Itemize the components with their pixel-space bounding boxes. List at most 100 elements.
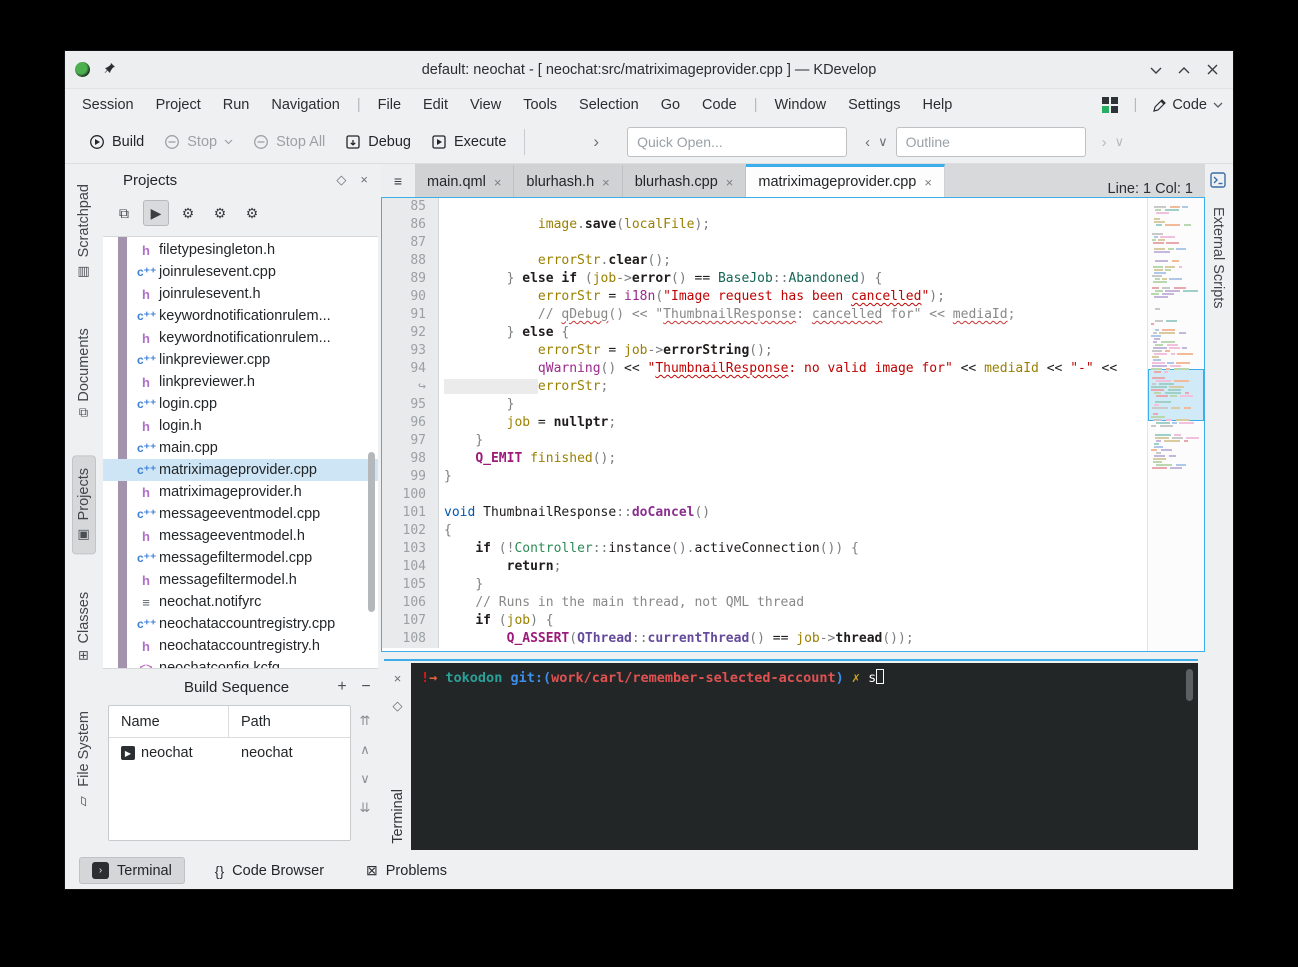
build-button[interactable]: Build [79,128,154,156]
tree-item[interactable]: ≡neochat.notifyrc [103,591,378,613]
minimap[interactable] [1147,198,1204,651]
tree-scrollbar[interactable] [368,452,375,612]
menu-project[interactable]: Project [145,93,212,117]
tree-item[interactable]: hlogin.h [103,415,378,437]
code-line[interactable]: 100 [382,486,1147,504]
sidebar-tab-scratchpad[interactable]: ▤Scratchpad [73,172,95,290]
tree-item[interactable]: hlinkpreviewer.h [103,371,378,393]
code-line[interactable]: 85 [382,198,1147,216]
tree-item[interactable]: c⁺⁺linkpreviewer.cpp [103,349,378,371]
editor-tab[interactable]: blurhash.cpp× [623,164,747,197]
code-line[interactable]: 86 image.save(localFile); [382,216,1147,234]
menu-file[interactable]: File [367,93,412,117]
move-down-button[interactable]: ∨ [360,771,370,787]
sidebar-tab-classes[interactable]: ⊞Classes [73,580,95,672]
editor-tab[interactable]: blurhash.h× [514,164,622,197]
tree-item[interactable]: hfiletypesingleton.h [103,239,378,261]
outline-input[interactable] [896,127,1086,157]
code-line[interactable]: 87 [382,234,1147,252]
code-line[interactable]: 101void ThumbnailResponse::doCancel() [382,504,1147,522]
build-selection-icon[interactable]: ▶ [143,200,169,226]
close-tab-icon[interactable]: × [602,175,610,190]
configure-icon[interactable]: ⚙ [175,200,201,226]
code-line[interactable]: ↪ errorStr; [382,378,1147,396]
menu-window[interactable]: Window [764,93,838,117]
sidebar-tab-projects[interactable]: ▣Projects [72,455,96,554]
menu-run[interactable]: Run [212,93,261,117]
stop-button[interactable]: Stop [154,128,243,156]
build-sequence-row[interactable]: ▶ neochat neochat [109,738,350,768]
tree-item[interactable]: hmatriximageprovider.h [103,481,378,503]
menu-tools[interactable]: Tools [512,93,568,117]
menu-code[interactable]: Code [691,93,748,117]
menu-selection[interactable]: Selection [568,93,650,117]
sidebar-tab-file-system[interactable]: ▱File System [73,699,95,820]
code-line[interactable]: 103 if (!Controller::instance().activeCo… [382,540,1147,558]
code-line[interactable]: 89 } else if (job->error() == BaseJob::A… [382,270,1147,288]
close-tab-icon[interactable]: × [494,175,502,190]
area-switcher-icon[interactable] [1102,97,1118,113]
menu-view[interactable]: View [459,93,512,117]
move-top-button[interactable]: ⇈ [360,713,371,729]
menu-navigation[interactable]: Navigation [260,93,351,117]
code-line[interactable]: 97 } [382,432,1147,450]
code-editor[interactable]: 8586 image.save(localFile);8788 errorStr… [381,197,1205,652]
code-line[interactable]: 94 qWarning() << "ThumbnailResponse: no … [382,360,1147,378]
toolbar-expand-icon[interactable]: › [589,132,603,152]
toolview-button-code-browser[interactable]: {}Code Browser [203,859,336,883]
stop-all-button[interactable]: Stop All [243,128,335,156]
menu-edit[interactable]: Edit [412,93,459,117]
sidebar-tab-documents[interactable]: ⧉Documents [73,316,95,429]
tree-item[interactable]: hkeywordnotificationrulem... [103,327,378,349]
code-line[interactable]: 106 // Runs in the main thread, not QML … [382,594,1147,612]
debug-button[interactable]: Debug [335,128,421,156]
outline-dropdown-icon[interactable]: ∨ [874,134,892,150]
tab-external-scripts[interactable]: External Scripts [1210,201,1226,315]
move-up-button[interactable]: ∧ [360,742,370,758]
outline-back-icon[interactable]: ‹ [861,134,874,151]
tree-item[interactable]: hneochataccountregistry.h [103,635,378,657]
float-panel-icon[interactable]: ◇ [336,172,346,188]
tree-item[interactable]: c⁺⁺messagefiltermodel.cpp [103,547,378,569]
code-line[interactable]: 104 return; [382,558,1147,576]
menu-settings[interactable]: Settings [837,93,911,117]
tree-item[interactable]: hjoinrulesevent.h [103,283,378,305]
move-bottom-button[interactable]: ⇊ [360,800,371,816]
outline-forward-icon[interactable]: › [1098,134,1111,151]
close-panel-icon[interactable]: × [360,172,368,188]
menu-session[interactable]: Session [71,93,145,117]
outline-more-icon[interactable]: ∨ [1111,134,1129,150]
code-line[interactable]: 88 errorStr.clear(); [382,252,1147,270]
open-project-icon[interactable]: ⧉ [111,200,137,226]
code-line[interactable]: 102{ [382,522,1147,540]
tree-item[interactable]: c⁺⁺messageeventmodel.cpp [103,503,378,525]
terminal-scrollbar[interactable] [1186,669,1193,701]
code-line[interactable]: 98 Q_EMIT finished(); [382,450,1147,468]
code-line[interactable]: 92 } else { [382,324,1147,342]
maximize-button[interactable] [1175,61,1193,79]
detach-terminal-icon[interactable]: ◇ [393,698,403,714]
prune-config-icon[interactable]: ⚙ [239,200,265,226]
column-header-name[interactable]: Name [109,706,229,737]
close-button[interactable] [1203,61,1221,79]
editor-tab[interactable]: main.qml× [415,164,514,197]
code-line[interactable]: 91 // qDebug() << "ThumbnailResponse: ca… [382,306,1147,324]
add-to-sequence-button[interactable]: + [330,678,354,696]
column-header-path[interactable]: Path [229,714,271,730]
code-line[interactable]: 99} [382,468,1147,486]
perspective-selector[interactable]: Code [1153,97,1223,113]
tree-item[interactable]: hmessageeventmodel.h [103,525,378,547]
tree-item[interactable]: c⁺⁺login.cpp [103,393,378,415]
tree-item[interactable]: <>neochatconfig.kcfg [103,657,378,669]
close-tab-icon[interactable]: × [924,175,932,190]
reload-config-icon[interactable]: ⚙ [207,200,233,226]
toolview-button-terminal[interactable]: ›Terminal [79,857,185,884]
code-line[interactable]: 108 Q_ASSERT(QThread::currentThread() ==… [382,630,1147,648]
tree-item[interactable]: c⁺⁺main.cpp [103,437,378,459]
code-line[interactable]: 93 errorStr = job->errorString(); [382,342,1147,360]
tree-item[interactable]: c⁺⁺matriximageprovider.cpp [103,459,378,481]
remove-from-sequence-button[interactable]: − [354,678,378,696]
tree-item[interactable]: c⁺⁺joinrulesevent.cpp [103,261,378,283]
close-tab-icon[interactable]: × [726,175,734,190]
tree-item[interactable]: c⁺⁺keywordnotificationrulem... [103,305,378,327]
